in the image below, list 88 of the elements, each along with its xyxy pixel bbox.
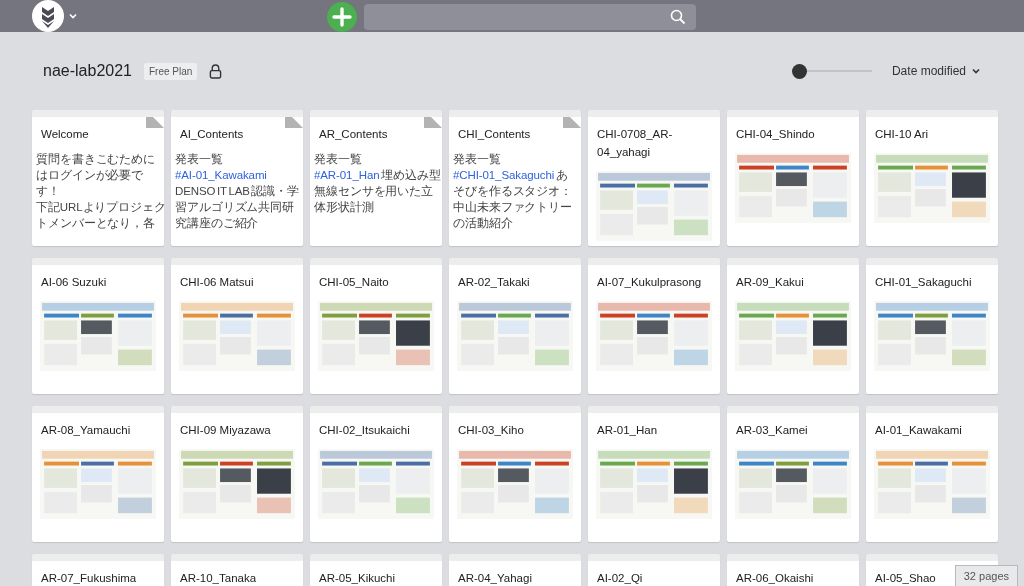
page-title: AR-01_Han — [597, 423, 658, 438]
page-card[interactable]: Welcome 質問を書きこむために はログインが必要で す！ 下記URLよりプロジェク トメンバーとなり，各 — [32, 110, 164, 246]
page-card[interactable]: AR-03_Kamei — [727, 406, 859, 542]
page-link[interactable]: #CHI-01_Sakaguchi — [453, 169, 555, 181]
page-title: AR-05_Kikuchi — [319, 571, 396, 586]
page-link[interactable]: #AI-01_Kawakami — [175, 169, 267, 181]
page-title: CHI-04_Shindo — [736, 127, 815, 142]
chevron-icon — [971, 66, 981, 76]
excerpt-line: 無線センサを用いた立 — [314, 184, 434, 199]
page-count-tooltip: 32 pages — [954, 565, 1018, 586]
page-title: Welcome — [41, 127, 89, 142]
page-card[interactable]: AR-09_Kakui — [727, 258, 859, 394]
excerpt-line: #AR-01_Han埋め込み型 — [314, 168, 442, 183]
page-title: CHI_Contents — [458, 127, 531, 142]
page-title: AR-08_Yamauchi — [41, 423, 131, 438]
page-title: AI-07_Kukulprasong — [597, 275, 702, 290]
page-card[interactable]: AI_Contents 発表一覧 #AI-01_Kawakami DENSO IT LAB 認識・学 習アルゴリズム共同研 究講座のご紹介 — [171, 110, 303, 246]
page-card[interactable]: CHI-05_Naito — [310, 258, 442, 394]
page-card[interactable]: CHI-04_Shindo — [727, 110, 859, 246]
plan-badge: Free Plan — [143, 62, 198, 80]
excerpt-line: トメンバーとなり，各 — [36, 216, 156, 231]
page-title: AR_Contents — [319, 127, 388, 142]
page-card[interactable]: AI-07_Kukulprasong — [588, 258, 720, 394]
page-title: AR-03_Kamei — [736, 423, 808, 438]
search-icon[interactable] — [670, 9, 686, 25]
excerpt-line: はログインが必要で — [36, 168, 145, 183]
lock-icon — [209, 63, 223, 79]
page-title: AI-06 Suzuki — [41, 275, 107, 290]
page-card[interactable]: AR-07_Fukushima — [32, 554, 164, 586]
page-title: CHI-03_Kiho — [458, 423, 524, 438]
excerpt-line: 究講座のご紹介 — [175, 216, 260, 231]
excerpt-line: DENSO IT LAB 認識・学 — [175, 184, 301, 199]
page-card[interactable]: CHI-06 Matsui — [171, 258, 303, 394]
excerpt-line: 中山未来ファクトリー — [453, 200, 573, 215]
page-card[interactable]: CHI-03_Kiho — [449, 406, 581, 542]
page-card[interactable]: AR-08_Yamauchi — [32, 406, 164, 542]
page-title: CHI-09 Miyazawa — [180, 423, 271, 438]
page-card[interactable]: AR-04_Yahagi — [449, 554, 581, 586]
search-field[interactable] — [364, 4, 696, 30]
page-card[interactable]: AI-06 Suzuki — [32, 258, 164, 394]
page-title: AI-02_Qi — [597, 571, 643, 586]
project-name: nae-lab2021 — [43, 62, 132, 80]
page-title: AI-05_Shao — [875, 571, 936, 586]
page-card[interactable]: AR_Contents 発表一覧 #AR-01_Han埋め込み型 無線センサを用いた立 体形状計測 — [310, 110, 442, 246]
page-card[interactable]: AR-02_Takaki — [449, 258, 581, 394]
page-card[interactable]: AR-05_Kikuchi — [310, 554, 442, 586]
page-title: AR-04_Yahagi — [458, 571, 532, 586]
excerpt-line: 発表一覧 — [453, 152, 502, 167]
page-title: AR-09_Kakui — [736, 275, 804, 290]
excerpt-line: す！ — [36, 184, 61, 199]
page-card[interactable]: AI-01_Kawakami — [866, 406, 998, 542]
page-card[interactable]: CHI-01_Sakaguchi — [866, 258, 998, 394]
excerpt-line: の活動紹介 — [453, 216, 514, 231]
page-title: CHI-10 Ari — [875, 127, 929, 142]
page-card[interactable]: CHI-09 Miyazawa — [171, 406, 303, 542]
new-page-button[interactable] — [327, 2, 357, 32]
page-title: CHI-02_Itsukaichi — [319, 423, 410, 438]
page-title: AR-02_Takaki — [458, 275, 530, 290]
logo-icon[interactable] — [32, 0, 64, 32]
page-card[interactable]: CHI-02_Itsukaichi — [310, 406, 442, 542]
page-title: AR-07_Fukushima — [41, 571, 137, 586]
excerpt-line: 質問を書きこむために — [36, 152, 156, 167]
page-title: CHI-05_Naito — [319, 275, 389, 290]
excerpt-line: 下記URLよりプロジェク — [36, 200, 164, 215]
sort-dropdown[interactable]: Date modified — [891, 64, 981, 78]
excerpt-line: #CHI-01_Sakaguchiあ — [453, 168, 569, 183]
page-title: CHI-01_Sakaguchi — [875, 275, 972, 290]
excerpt-line: そびを作るスタジオ： — [453, 184, 573, 199]
page-card[interactable]: AR-06_Okaishi — [727, 554, 859, 586]
page-title: CHI-0708_AR-04_yahagi — [597, 127, 674, 160]
excerpt-line: 発表一覧 — [175, 152, 224, 167]
page-card[interactable]: CHI-0708_AR-04_yahagi — [588, 110, 720, 246]
slider-thumb[interactable] — [791, 63, 807, 79]
page-card[interactable]: AR-10_Tanaka — [171, 554, 303, 586]
page-title: AI_Contents — [180, 127, 244, 142]
excerpt-line: 体形状計測 — [314, 200, 375, 215]
page-title: CHI-06 Matsui — [180, 275, 254, 290]
excerpt-line: 習アルゴリズム共同研 — [175, 200, 295, 215]
caret-icon[interactable] — [68, 11, 78, 21]
page-card[interactable]: AI-02_Qi — [588, 554, 720, 586]
page-link[interactable]: #AR-01_Han — [314, 169, 380, 181]
page-title: AI-01_Kawakami — [875, 423, 962, 438]
page-title: AR-06_Okaishi — [736, 571, 814, 586]
excerpt-line: 発表一覧 — [314, 152, 363, 167]
page-card[interactable]: AR-01_Han — [588, 406, 720, 542]
page-card[interactable]: CHI_Contents 発表一覧 #CHI-01_Sakaguchiあ そびを作るスタジオ： 中山未来ファクトリー の活動紹介 — [449, 110, 581, 246]
page-title: AR-10_Tanaka — [180, 571, 257, 586]
page-card[interactable]: CHI-10 Ari — [866, 110, 998, 246]
